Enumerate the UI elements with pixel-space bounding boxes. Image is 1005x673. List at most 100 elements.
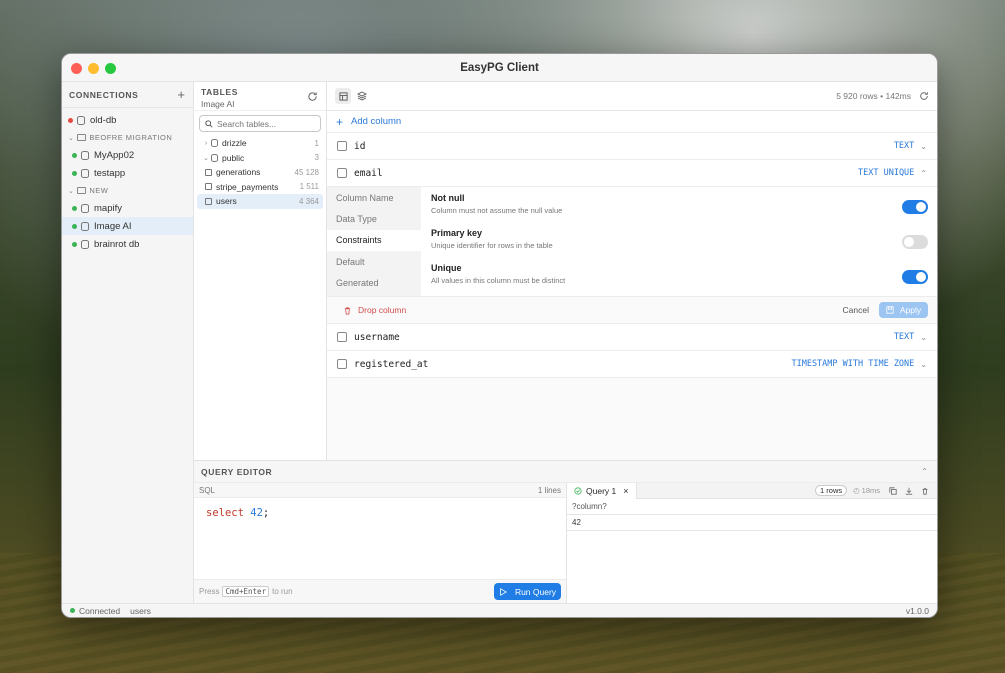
folder-label: BEOFRE MIGRATION xyxy=(89,133,173,142)
connection-folder[interactable]: ⌄ BEOFRE MIGRATION xyxy=(62,129,193,146)
column-row[interactable]: registered_at TIMESTAMP WITH TIME ZONE ⌄ xyxy=(327,351,937,378)
schema-count: 1 xyxy=(314,138,319,148)
search-tables-input[interactable] xyxy=(217,118,317,129)
table-item[interactable]: stripe_payments 1 511 xyxy=(194,180,326,195)
cancel-button[interactable]: Cancel xyxy=(843,305,869,315)
constraint-desc: Column must not assume the null value xyxy=(431,206,563,215)
status-dot xyxy=(72,241,77,247)
status-dot xyxy=(68,117,73,123)
constraint-title: Unique xyxy=(431,263,462,273)
table-icon xyxy=(205,183,212,191)
column-checkbox[interactable] xyxy=(337,168,347,178)
table-item[interactable]: users 4 364 xyxy=(197,194,323,209)
run-query-button[interactable]: Run Query xyxy=(494,583,561,600)
column-name: email xyxy=(354,167,383,179)
column-row[interactable]: email TEXT UNIQUE ⌃ xyxy=(327,160,937,187)
query-editor: QUERY EDITOR ⌃ SQL 1 lines select 42; Pr… xyxy=(194,460,937,603)
chevron-down-icon[interactable]: ⌄ xyxy=(920,360,927,369)
schema-label: public xyxy=(222,152,245,163)
schema-icon xyxy=(211,153,218,162)
row-info: 5 920 rows • 142ms xyxy=(836,91,911,101)
chevron-down-icon: ⌄ xyxy=(68,187,75,195)
tables-subtitle: Image AI xyxy=(201,99,235,109)
table-row-count: 4 364 xyxy=(298,196,319,206)
hint-run: to run xyxy=(272,587,293,596)
structure-view-button[interactable] xyxy=(354,88,370,104)
connection-item[interactable]: mapify xyxy=(62,199,193,217)
collapse-chevron-icon[interactable]: ⌃ xyxy=(921,467,928,476)
column-type: TEXT UNIQUE xyxy=(858,168,915,178)
column-name: registered_at xyxy=(354,358,429,370)
schema-item[interactable]: ⌄ public 3 xyxy=(194,151,326,166)
primary-key-toggle[interactable] xyxy=(902,235,928,249)
folder-label: NEW xyxy=(89,186,109,195)
status-dot xyxy=(72,170,77,176)
connection-status: Connected xyxy=(79,605,121,616)
connections-list: old-db ⌄ BEOFRE MIGRATION MyApp02 testapp ⌄ NE… xyxy=(62,108,193,253)
column-checkbox[interactable] xyxy=(337,141,347,151)
constraint-desc: All values in this column must be distin… xyxy=(431,276,566,285)
result-column-header: ?column? xyxy=(567,499,937,515)
query-time: 18ms xyxy=(861,486,880,495)
not-null-toggle[interactable] xyxy=(902,200,928,214)
folder-icon xyxy=(77,134,87,141)
tab-data-type[interactable]: Data Type xyxy=(327,208,421,229)
clock-icon: ◴ xyxy=(853,486,860,495)
column-checkbox[interactable] xyxy=(337,359,347,369)
result-cell[interactable]: 42 xyxy=(567,515,937,531)
chevron-down-icon[interactable]: ⌄ xyxy=(920,333,927,342)
connection-item[interactable]: MyApp02 xyxy=(62,146,193,164)
app-version: v1.0.0 xyxy=(905,605,929,616)
connection-folder[interactable]: ⌄ NEW xyxy=(62,182,193,199)
tab-generated[interactable]: Generated xyxy=(327,272,421,293)
schema-item[interactable]: › drizzle 1 xyxy=(194,136,326,151)
copy-icon[interactable] xyxy=(889,486,897,495)
drop-column-button[interactable]: Drop column xyxy=(343,305,406,315)
status-dot xyxy=(72,205,77,211)
chevron-down-icon[interactable]: ⌄ xyxy=(920,142,927,151)
chevron-up-icon[interactable]: ⌃ xyxy=(920,169,927,178)
unique-toggle[interactable] xyxy=(902,270,928,284)
sql-label: SQL xyxy=(199,485,216,495)
download-icon[interactable] xyxy=(905,487,913,495)
status-bar: Connected users v1.0.0 xyxy=(62,603,937,617)
refresh-icon[interactable] xyxy=(919,91,929,101)
search-icon xyxy=(205,119,213,128)
connection-item[interactable]: testapp xyxy=(62,164,193,182)
save-icon xyxy=(886,306,894,314)
add-column-button[interactable]: + Add column xyxy=(327,111,937,133)
sql-code-area[interactable]: select 42; xyxy=(194,498,566,579)
data-view-button[interactable] xyxy=(335,88,351,104)
close-tab-icon[interactable]: × xyxy=(623,486,628,496)
detail-tabs: Column Name Data Type Constraints Defaul… xyxy=(327,187,421,296)
apply-button[interactable]: Apply xyxy=(879,302,928,318)
connections-header: CONNECTIONS xyxy=(69,89,139,100)
query-editor-header: QUERY EDITOR xyxy=(201,466,273,477)
tab-default[interactable]: Default xyxy=(327,251,421,272)
constraint-primary-key: Primary key Unique identifier for rows i… xyxy=(431,228,928,260)
constraint-desc: Unique identifier for rows in the table xyxy=(431,241,553,250)
column-row[interactable]: id TEXT ⌄ xyxy=(327,133,937,160)
column-checkbox[interactable] xyxy=(337,332,347,342)
table-item[interactable]: generations 45 128 xyxy=(194,165,326,180)
column-type: TIMESTAMP WITH TIME ZONE xyxy=(791,359,915,369)
database-icon xyxy=(81,168,89,178)
add-connection-button[interactable]: + xyxy=(177,87,185,102)
tab-constraints[interactable]: Constraints xyxy=(327,229,421,251)
schema-count: 3 xyxy=(314,153,319,163)
sql-keyword: select xyxy=(206,507,244,519)
column-row[interactable]: username TEXT ⌄ xyxy=(327,324,937,351)
tab-column-name[interactable]: Column Name xyxy=(327,187,421,208)
connection-item[interactable]: old-db xyxy=(62,111,193,129)
table-structure-panel: 5 920 rows • 142ms + Add column id TEXT … xyxy=(327,82,937,460)
current-table: users xyxy=(130,605,151,616)
column-name: username xyxy=(354,331,400,343)
constraints-panel: Not null Column must not assume the null… xyxy=(421,187,937,296)
database-icon xyxy=(81,221,89,231)
chevron-right-icon: › xyxy=(204,139,208,147)
result-tab[interactable]: Query 1 × xyxy=(567,482,637,499)
connection-item[interactable]: Image AI xyxy=(62,217,193,235)
trash-icon[interactable] xyxy=(921,487,929,495)
connection-item[interactable]: brainrot db xyxy=(62,235,193,253)
refresh-icon[interactable] xyxy=(307,91,318,102)
